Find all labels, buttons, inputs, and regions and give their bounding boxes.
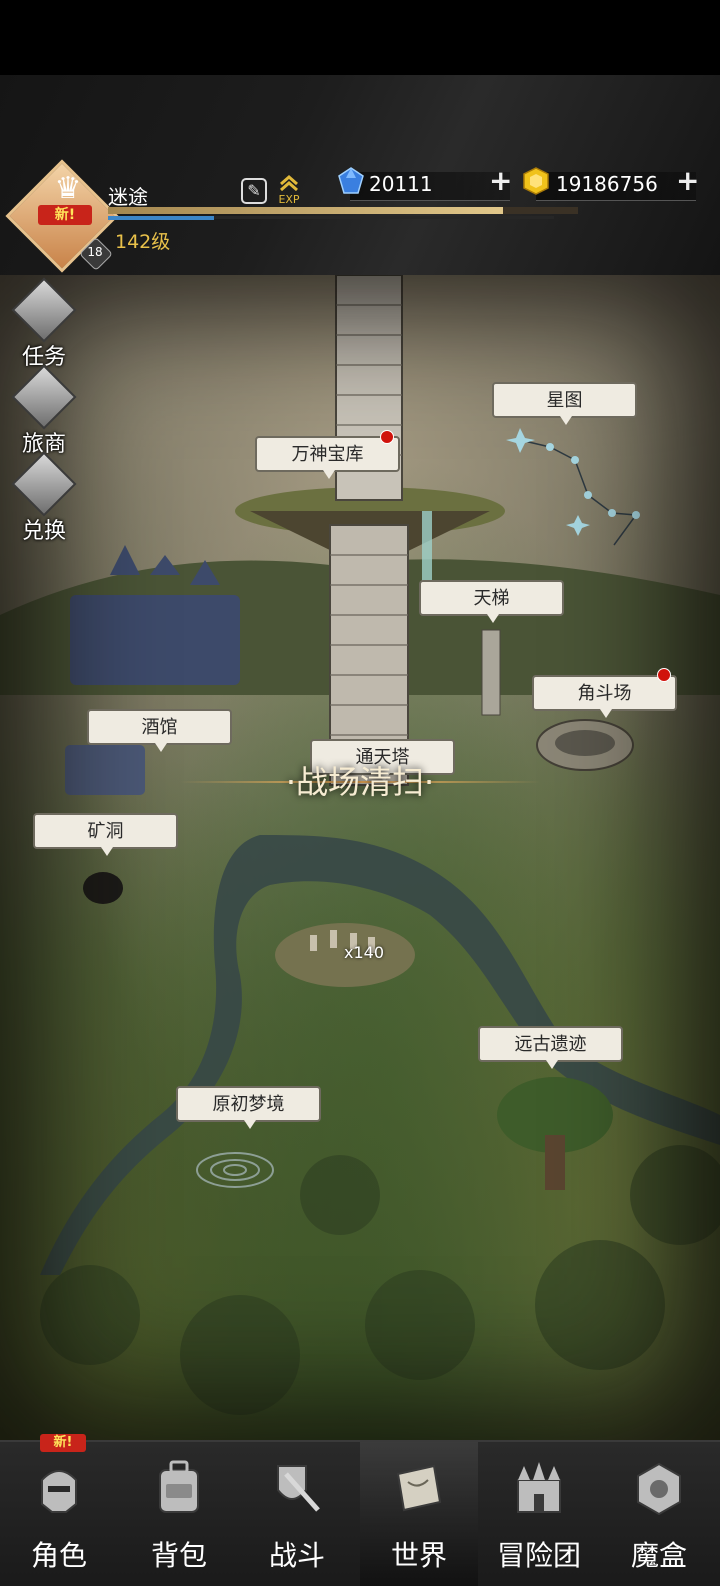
scroll-map-icon: [396, 1464, 442, 1512]
character-new-badge: 新!: [40, 1434, 86, 1452]
status-bar: [0, 0, 720, 75]
crown-icon: ♛: [54, 171, 82, 206]
secondary-bar-track: [214, 216, 554, 219]
gold-amount: 19186756: [556, 172, 658, 196]
sword-shield-icon: [277, 1465, 320, 1512]
place-arena[interactable]: 角斗场: [532, 675, 677, 718]
helmet-icon: [41, 1470, 77, 1513]
castle-icon: [517, 1462, 561, 1513]
bottom-nav: 新! 角色 背包 战斗 世界 冒险团 魔盒: [0, 1434, 720, 1586]
add-gems-button[interactable]: +: [489, 164, 512, 197]
nav-magic-box-label: 魔盒: [630, 1539, 687, 1572]
arena-notification-dot: [657, 668, 671, 682]
add-gold-button[interactable]: +: [676, 164, 699, 197]
nav-backpack[interactable]: 背包: [120, 1442, 238, 1586]
blue-gem-icon: [338, 167, 364, 194]
battle-sweep-button[interactable]: ·战场清扫·: [260, 757, 460, 803]
place-star-map[interactable]: 星图: [492, 382, 637, 425]
magic-box-icon: [637, 1462, 681, 1516]
nav-battle-label: 战斗: [268, 1539, 325, 1572]
avatar-new-badge: 新!: [38, 205, 92, 225]
swap-icon: [11, 451, 77, 517]
place-sky-ladder[interactable]: 天梯: [419, 580, 564, 623]
nav-world-label: 世界: [390, 1539, 447, 1572]
place-ancient-ruins[interactable]: 远古遗迹: [478, 1026, 623, 1069]
vault-notification-dot: [380, 430, 394, 444]
secondary-bar: [108, 216, 214, 220]
player-name: 迷途: [108, 185, 148, 209]
place-tavern[interactable]: 酒馆: [87, 709, 232, 752]
chevron-up-icon: [280, 175, 298, 192]
nav-character[interactable]: 新! 角色: [0, 1434, 118, 1586]
exp-icon[interactable]: EXP: [275, 175, 303, 206]
exp-bar-fill: [108, 207, 503, 214]
nav-magic-box[interactable]: 魔盒: [600, 1442, 718, 1586]
edit-name-icon[interactable]: ✎: [241, 178, 267, 204]
player-level: 142级: [115, 231, 171, 253]
nav-guild[interactable]: 冒险团: [480, 1442, 598, 1586]
exchange-label: 兑换: [21, 519, 66, 544]
merchant-button[interactable]: 旅商: [9, 364, 79, 458]
exchange-button[interactable]: 兑换: [9, 451, 79, 545]
vip-number: 18: [87, 245, 103, 259]
target-icon: [11, 277, 77, 343]
quest-button[interactable]: 任务: [9, 277, 79, 371]
stones-count: x140: [344, 943, 385, 962]
nav-battle[interactable]: 战斗: [238, 1442, 356, 1586]
nav-world[interactable]: 世界: [360, 1442, 478, 1586]
nav-character-label: 角色: [30, 1539, 87, 1572]
box-icon: [11, 364, 77, 430]
place-mine[interactable]: 矿洞: [33, 813, 178, 856]
gem-amount: 20111: [369, 172, 433, 196]
exp-label: EXP: [278, 193, 300, 206]
nav-guild-label: 冒险团: [496, 1539, 581, 1572]
place-origin-dream[interactable]: 原初梦境: [176, 1086, 321, 1129]
gold-coin-icon: [523, 167, 549, 195]
backpack-icon: [159, 1460, 199, 1513]
place-pantheon-vault[interactable]: 万神宝库: [255, 436, 400, 479]
nav-backpack-label: 背包: [150, 1539, 207, 1572]
